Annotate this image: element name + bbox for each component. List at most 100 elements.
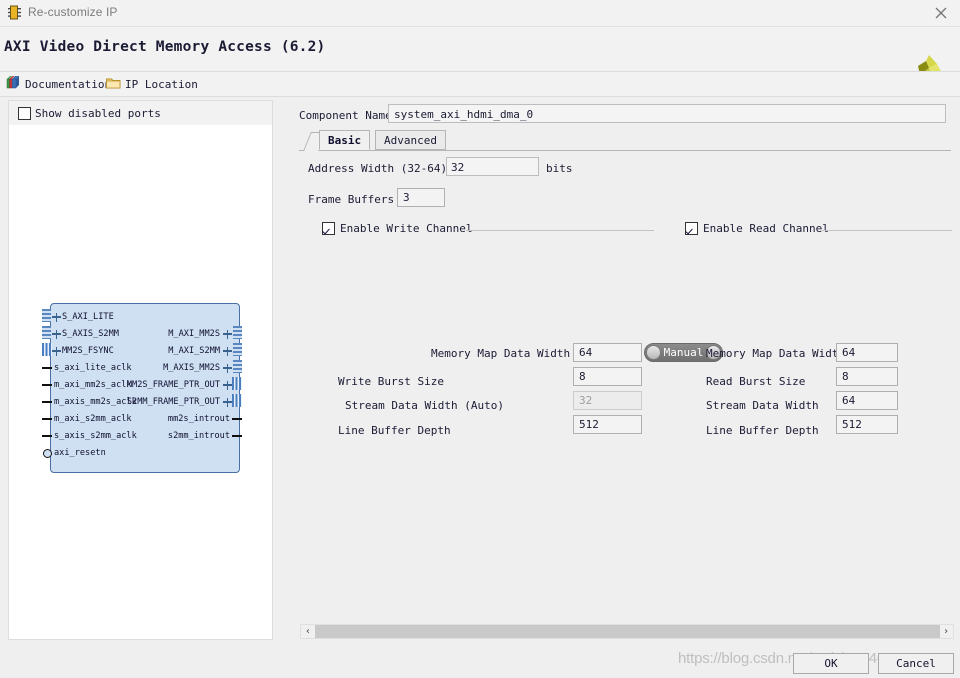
pin-stub-icon [232,418,242,420]
port-s-axis-s2mm-aclk[interactable]: s_axis_s2mm_aclk [42,428,137,444]
port-m-axi-s2mm[interactable]: M_AXI_S2MM [168,343,232,359]
write-row-label-3: Line Buffer Depth [338,420,451,440]
pin-stub-icon [42,367,52,369]
read-row-label-2: Stream Data Width [706,395,819,415]
read-stream-data-width-label: Stream Data Width [706,398,819,412]
port-label: axi_resetn [54,448,106,458]
documentation-link[interactable]: Documentation [6,75,111,93]
write-channel-group-rule [466,230,654,231]
enable-read-channel-label: Enable Read Channel [703,222,829,235]
port-mm2s-fsync[interactable]: MM2S_FSYNC [52,343,114,359]
write-stream-data-width-combo: 32 [573,391,642,410]
enable-write-channel-checkbox[interactable]: Enable Write Channel [322,222,472,235]
horizontal-scrollbar[interactable]: ‹ › [300,624,954,639]
port-label: s2mm_introut [167,431,230,441]
pin-stub-icon [42,435,52,437]
write-burst-size-label: Write Burst Size [338,374,444,388]
enable-read-channel-checkbox[interactable]: Enable Read Channel [685,222,829,235]
read-line-buffer-depth-label: Line Buffer Depth [706,423,819,437]
ip-location-link[interactable]: IP Location [106,75,198,93]
bus-stripe-left-1 [42,309,51,322]
port-m-axi-s2mm-aclk[interactable]: m_axi_s2mm_aclk [42,411,132,427]
inverted-pin-icon [43,448,52,458]
ip-block-diagram: S_AXI_LITE S_AXIS_S2MM MM2S_FSYNC s_axi_… [42,303,242,473]
links-toolbar: Documentation IP Location [0,71,960,97]
port-label: s_axi_lite_aclk [54,363,132,373]
ip-config-panel: Component Name system_axi_hdmi_dma_0 Bas… [296,100,954,638]
port-s2mm-introut[interactable]: s2mm_introut [168,428,242,444]
frame-buffers-row: Frame Buffers [308,189,394,209]
port-label: m_axi_s2mm_aclk [54,414,132,424]
component-name-input[interactable]: system_axi_hdmi_dma_0 [388,104,946,123]
port-label: M_AXI_MM2S [168,329,220,339]
scroll-right-arrow-icon[interactable]: › [939,625,953,638]
port-label: m_axis_mm2s_aclk [54,397,137,407]
read-stream-data-width-combo[interactable]: 64 [836,391,898,410]
address-width-input[interactable]: 32 [446,157,539,176]
address-width-unit-label: bits [546,161,573,175]
port-mm2s-frame-ptr-out[interactable]: MM2S_FRAME_PTR_OUT [127,377,232,393]
port-mm2s-introut[interactable]: mm2s_introut [168,411,242,427]
ip-location-link-label: IP Location [125,77,198,91]
port-s2mm-frame-ptr-out[interactable]: S2MM_FRAME_PTR_OUT [127,394,232,410]
port-m-axis-mm2s[interactable]: M_AXIS_MM2S [163,360,232,376]
write-burst-size-combo[interactable]: 8 [573,367,642,386]
port-label: MM2S_FRAME_PTR_OUT [126,380,220,390]
port-m-axi-mm2s[interactable]: M_AXI_MM2S [168,326,232,342]
read-memory-map-data-width-combo[interactable]: 64 [836,343,898,362]
component-name-label: Component Name [299,109,392,122]
bus-stripe-right-2 [233,343,242,356]
read-row-label-0: Memory Map Data Width [706,343,845,363]
address-width-label: Address Width (32-64) [308,161,448,175]
write-line-buffer-depth-combo[interactable]: 512 [573,415,642,434]
port-s-axi-lite-aclk[interactable]: s_axi_lite_aclk [42,360,132,376]
show-disabled-ports-checkbox[interactable]: Show disabled ports [9,101,272,125]
ip-symbol-panel: Show disabled ports S_AXI_LITE S_AXIS_S2… [8,100,273,640]
bus-stripe-right-1 [233,326,242,339]
enable-write-channel-label: Enable Write Channel [340,222,473,235]
tab-advanced[interactable]: Advanced [375,130,446,150]
page-title: AXI Video Direct Memory Access (6.2) [4,39,326,55]
port-m-axi-mm2s-aclk[interactable]: m_axi_mm2s_aclk [42,377,132,393]
documentation-book-icon [6,75,21,93]
write-row-label-2: Stream Data Width (Auto) [345,395,504,415]
tab-basic[interactable]: Basic [319,130,371,150]
close-icon[interactable] [932,4,950,22]
expand-plus-icon [223,363,232,373]
ok-button[interactable]: OK [793,653,869,674]
read-row-label-3: Line Buffer Depth [706,420,819,440]
port-label: S_AXI_LITE [62,312,114,322]
port-s-axis-s2mm[interactable]: S_AXIS_S2MM [52,326,119,342]
expand-plus-icon [223,329,232,339]
bus-stripe-right-3 [233,360,242,373]
ip-customize-icon [8,5,22,20]
checkbox-box [18,106,31,120]
port-label: mm2s_introut [167,414,230,424]
port-s-axi-lite[interactable]: S_AXI_LITE [52,309,114,325]
port-m-axis-mm2s-aclk[interactable]: m_axis_mm2s_aclk [42,394,137,410]
cancel-button[interactable]: Cancel [878,653,954,674]
write-line-buffer-depth-label: Line Buffer Depth [338,423,451,437]
bus-stripe-left-3 [42,343,52,356]
port-axi-resetn[interactable]: axi_resetn [43,445,106,461]
port-label: S_AXIS_S2MM [62,329,119,339]
read-burst-size-combo[interactable]: 8 [836,367,898,386]
expand-plus-icon [223,380,232,390]
write-row-label-1: Write Burst Size [338,371,444,391]
expand-plus-icon [223,397,232,407]
read-line-buffer-depth-combo[interactable]: 512 [836,415,898,434]
write-memory-map-data-width-combo[interactable]: 64 [573,343,642,362]
port-label: MM2S_FSYNC [62,346,114,356]
write-memory-map-data-width-label: Memory Map Data Width [431,346,571,360]
pin-stub-icon [42,401,52,403]
read-burst-size-label: Read Burst Size [706,374,806,388]
port-label: M_AXIS_MM2S [163,363,220,373]
checkbox-box [322,222,335,235]
frame-buffers-combo[interactable]: 3 [397,188,445,207]
folder-icon [106,76,121,93]
write-stream-data-width-label: Stream Data Width (Auto) [345,398,504,412]
scroll-left-arrow-icon[interactable]: ‹ [301,625,315,638]
expand-plus-icon [52,346,61,356]
port-label: m_axi_mm2s_aclk [54,380,132,390]
scrollbar-thumb[interactable] [315,625,940,638]
